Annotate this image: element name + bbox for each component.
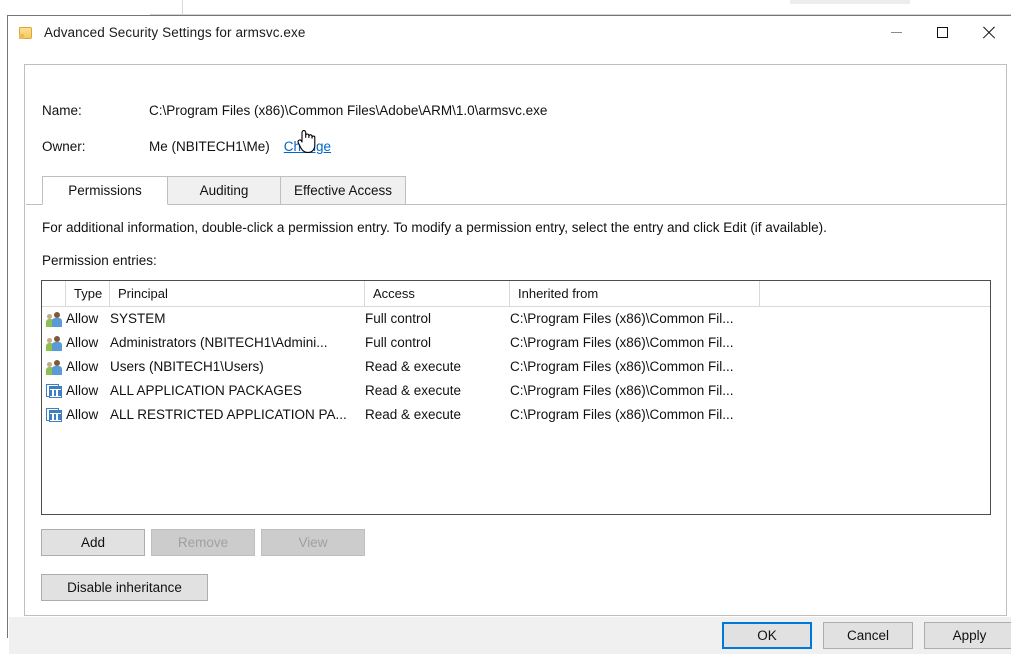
apply-button[interactable]: Apply: [924, 622, 1011, 649]
name-row: Name: C:\Program Files (x86)\Common File…: [42, 103, 547, 118]
ok-button[interactable]: OK: [722, 622, 812, 649]
tab-auditing[interactable]: Auditing: [167, 176, 281, 205]
cell-access: Full control: [365, 335, 432, 350]
tab-auditing-label: Auditing: [199, 183, 249, 198]
cell-principal: Administrators (NBITECH1\Admini...: [110, 335, 328, 350]
application-package-icon: [46, 383, 63, 399]
table-row[interactable]: Allow ALL RESTRICTED APPLICATION PA... R…: [42, 403, 990, 427]
column-header-principal[interactable]: Principal: [110, 281, 365, 306]
cell-type: Allow: [66, 311, 99, 326]
cell-type: Allow: [66, 407, 99, 422]
column-header-inherited-from[interactable]: Inherited from: [510, 281, 760, 306]
disable-inheritance-button[interactable]: Disable inheritance: [41, 574, 208, 601]
table-row[interactable]: Allow SYSTEM Full control C:\Program Fil…: [42, 307, 990, 331]
advanced-security-settings-dialog: Advanced Security Settings for armsvc.ex…: [7, 15, 1011, 654]
cell-type: Allow: [66, 335, 99, 350]
cell-access: Read & execute: [365, 359, 462, 374]
maximize-button[interactable]: [919, 16, 965, 49]
tab-permissions-label: Permissions: [68, 183, 142, 198]
title-bar[interactable]: Advanced Security Settings for armsvc.ex…: [8, 16, 1011, 49]
add-button[interactable]: Add: [41, 529, 145, 556]
cell-inherited-from: C:\Program Files (x86)\Common Fil...: [510, 311, 734, 326]
cell-access: Full control: [365, 311, 432, 326]
view-button[interactable]: View: [261, 529, 365, 556]
cell-inherited-from: C:\Program Files (x86)\Common Fil...: [510, 383, 734, 398]
tab-effective-access[interactable]: Effective Access: [280, 176, 406, 205]
maximize-icon: [936, 27, 948, 38]
cell-access: Read & execute: [365, 383, 462, 398]
tab-strip: Permissions Auditing Effective Access: [26, 176, 1007, 205]
table-row[interactable]: Allow ALL APPLICATION PACKAGES Read & ex…: [42, 379, 990, 403]
close-icon: [982, 26, 995, 39]
cell-inherited-from: C:\Program Files (x86)\Common Fil...: [510, 335, 734, 350]
cell-principal: SYSTEM: [110, 311, 166, 326]
name-value: C:\Program Files (x86)\Common Files\Adob…: [149, 103, 548, 118]
background-toolbar-pill: [790, 0, 910, 4]
cancel-button[interactable]: Cancel: [823, 622, 913, 649]
owner-change-link[interactable]: Change: [284, 139, 331, 154]
owner-value: Me (NBITECH1\Me): [149, 139, 270, 154]
cell-type: Allow: [66, 383, 99, 398]
owner-label: Owner:: [42, 139, 86, 154]
cell-principal: ALL RESTRICTED APPLICATION PA...: [110, 407, 347, 422]
minimize-button[interactable]: [873, 16, 919, 49]
window-controls: [873, 16, 1011, 49]
column-header-access[interactable]: Access: [365, 281, 510, 306]
remove-button[interactable]: Remove: [151, 529, 255, 556]
column-header-type[interactable]: Type: [66, 281, 110, 306]
permission-entries-label: Permission entries:: [42, 253, 157, 268]
folder-icon: [18, 25, 34, 41]
tab-effective-access-label: Effective Access: [293, 183, 393, 198]
permission-entries-list[interactable]: Type Principal Access Inherited from All…: [41, 280, 991, 515]
cell-principal: ALL APPLICATION PACKAGES: [110, 383, 302, 398]
name-label: Name:: [42, 103, 82, 118]
table-row[interactable]: Allow Administrators (NBITECH1\Admini...…: [42, 331, 990, 355]
users-group-icon: [46, 335, 63, 351]
cell-access: Read & execute: [365, 407, 462, 422]
list-header-row: Type Principal Access Inherited from: [42, 281, 990, 307]
tab-permissions[interactable]: Permissions: [42, 176, 168, 205]
column-header-icon[interactable]: [42, 281, 66, 306]
cell-inherited-from: C:\Program Files (x86)\Common Fil...: [510, 359, 734, 374]
owner-row: Owner: Me (NBITECH1\Me) Change: [42, 139, 331, 154]
users-group-icon: [46, 359, 63, 375]
cell-inherited-from: C:\Program Files (x86)\Common Fil...: [510, 407, 734, 422]
cell-principal: Users (NBITECH1\Users): [110, 359, 264, 374]
permissions-description: For additional information, double-click…: [42, 220, 827, 235]
minimize-icon: [890, 32, 902, 33]
users-group-icon: [46, 311, 63, 327]
window-title: Advanced Security Settings for armsvc.ex…: [44, 25, 306, 40]
application-package-icon: [46, 407, 63, 423]
cell-type: Allow: [66, 359, 99, 374]
close-button[interactable]: [965, 16, 1011, 49]
dialog-footer: OK Cancel Apply: [9, 617, 1011, 654]
table-row[interactable]: Allow Users (NBITECH1\Users) Read & exec…: [42, 355, 990, 379]
dialog-content-panel: Name: C:\Program Files (x86)\Common File…: [24, 64, 1007, 616]
